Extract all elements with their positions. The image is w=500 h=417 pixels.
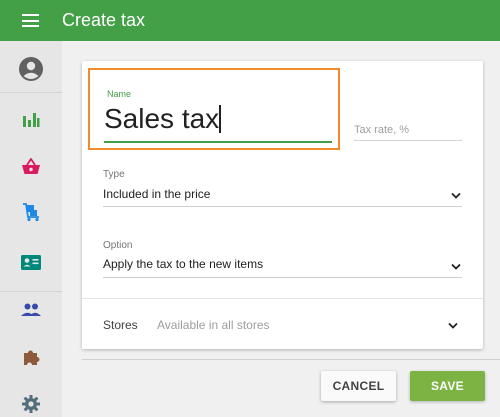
option-select[interactable]: Apply the tax to the new items <box>103 257 263 271</box>
option-field-label: Option <box>103 240 133 251</box>
puzzle-icon[interactable] <box>0 334 62 380</box>
cancel-button[interactable]: CANCEL <box>321 371 396 401</box>
name-field-underline <box>104 141 332 143</box>
type-select[interactable]: Included in the price <box>103 187 210 201</box>
bar-chart-icon[interactable] <box>0 97 62 143</box>
id-card-icon[interactable] <box>0 239 62 285</box>
inventory-cart-icon[interactable] <box>0 189 62 235</box>
hamburger-menu-icon[interactable] <box>22 14 39 27</box>
text-cursor <box>219 105 221 133</box>
stores-value[interactable]: Available in all stores <box>157 318 270 332</box>
type-field-label: Type <box>103 169 125 180</box>
stores-label[interactable]: Stores <box>103 318 138 332</box>
tax-rate-input[interactable]: Tax rate, % <box>354 124 409 136</box>
shopping-basket-icon[interactable] <box>0 143 62 189</box>
type-field-underline <box>103 206 462 207</box>
chevron-down-icon[interactable] <box>451 192 461 200</box>
chevron-down-icon[interactable] <box>448 322 458 330</box>
tax-rate-underline <box>354 140 462 141</box>
option-field-underline <box>103 277 462 278</box>
chevron-down-icon[interactable] <box>451 263 461 271</box>
footer-divider <box>82 359 500 360</box>
name-field-input[interactable]: Sales tax <box>104 102 219 136</box>
stores-divider <box>82 298 483 299</box>
gear-icon[interactable] <box>0 381 62 417</box>
name-field-label: Name <box>107 89 132 99</box>
people-icon[interactable] <box>0 287 62 333</box>
sidebar <box>0 41 62 417</box>
app-header: Create tax <box>0 0 500 41</box>
page-title: Create tax <box>62 10 146 30</box>
account-circle-icon[interactable] <box>0 46 62 92</box>
save-button[interactable]: SAVE <box>410 371 485 401</box>
